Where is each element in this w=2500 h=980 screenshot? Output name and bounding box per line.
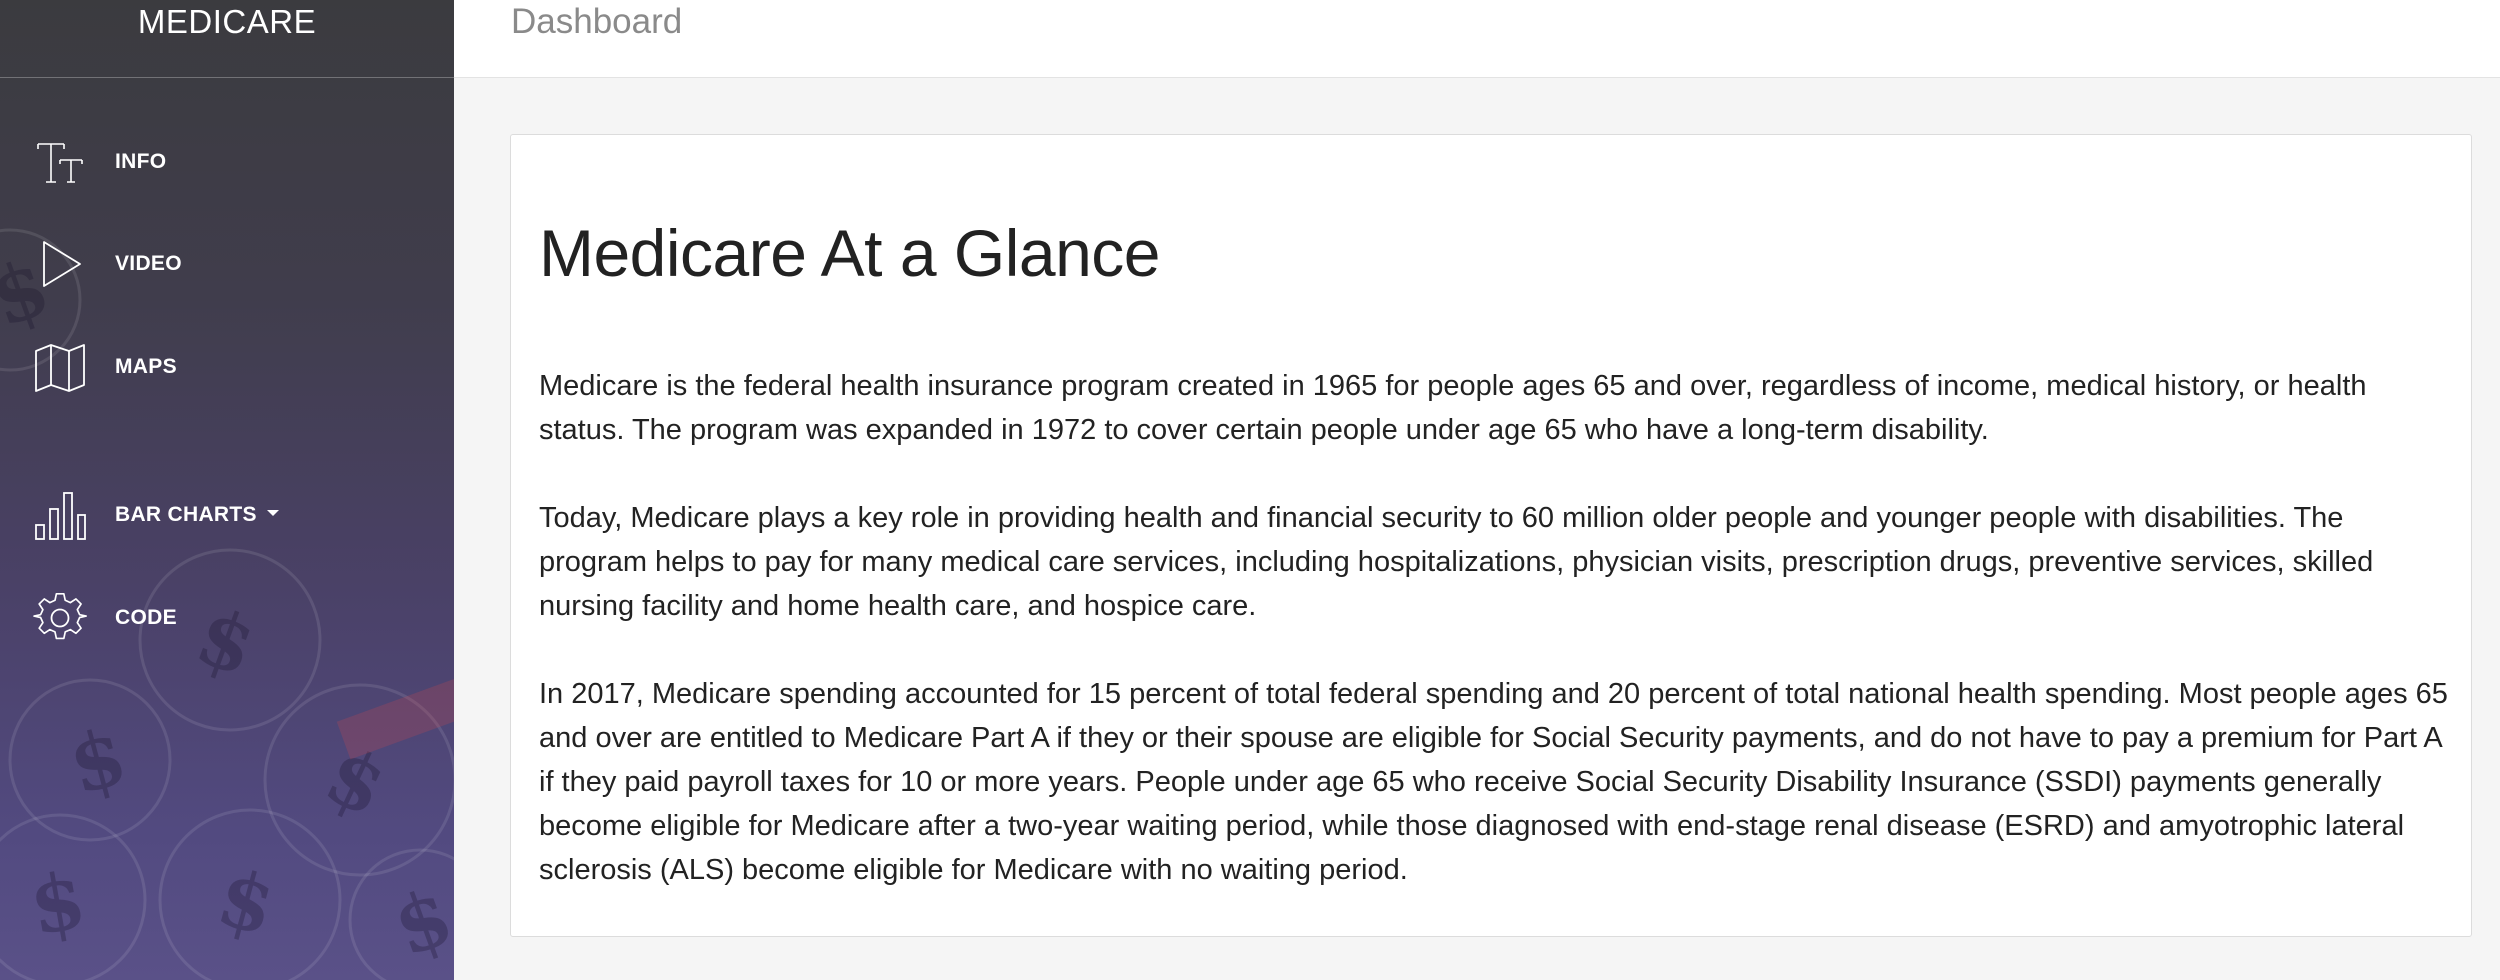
sidebar-item-maps[interactable]: MAPS (0, 327, 454, 407)
page-title: Dashboard (511, 2, 683, 41)
paragraph-1: Medicare is the federal health insurance… (539, 370, 2367, 446)
sidebar-item-code[interactable]: CODE (0, 578, 454, 658)
sidebar: $ $ $ $ $ $ $ MEDICARE INFO VIDEO MAPS B… (0, 0, 454, 980)
content-card: Medicare At a Glance Medicare is the fed… (510, 134, 2472, 937)
sidebar-item-label: VIDEO (115, 252, 182, 275)
top-header: Dashboard (454, 0, 2500, 78)
sidebar-item-label: BAR CHARTS (115, 503, 257, 526)
map-icon (32, 339, 88, 395)
text-size-icon (32, 134, 88, 190)
sidebar-item-bar-charts[interactable]: BAR CHARTS (0, 475, 454, 555)
sidebar-item-video[interactable]: VIDEO (0, 224, 454, 304)
sidebar-item-label: MAPS (115, 355, 177, 378)
sidebar-item-label: CODE (115, 606, 177, 629)
svg-text:$: $ (382, 871, 454, 975)
play-icon (32, 236, 88, 292)
paragraph-3: In 2017, Medicare spending accounted for… (539, 678, 2448, 886)
svg-text:$: $ (208, 852, 284, 954)
sidebar-item-label: INFO (115, 150, 167, 173)
svg-text:$: $ (23, 854, 92, 953)
sidebar-item-label-wrap: BAR CHARTS (115, 503, 279, 527)
paragraph-2: Today, Medicare plays a key role in prov… (539, 502, 2374, 622)
gear-icon (32, 590, 88, 646)
sidebar-item-info[interactable]: INFO (0, 122, 454, 202)
card-heading: Medicare At a Glance (539, 216, 1161, 290)
bar-chart-icon (32, 487, 88, 543)
svg-text:$: $ (60, 711, 136, 813)
brand-title[interactable]: MEDICARE (0, 0, 454, 78)
caret-down-icon[interactable] (266, 510, 279, 517)
